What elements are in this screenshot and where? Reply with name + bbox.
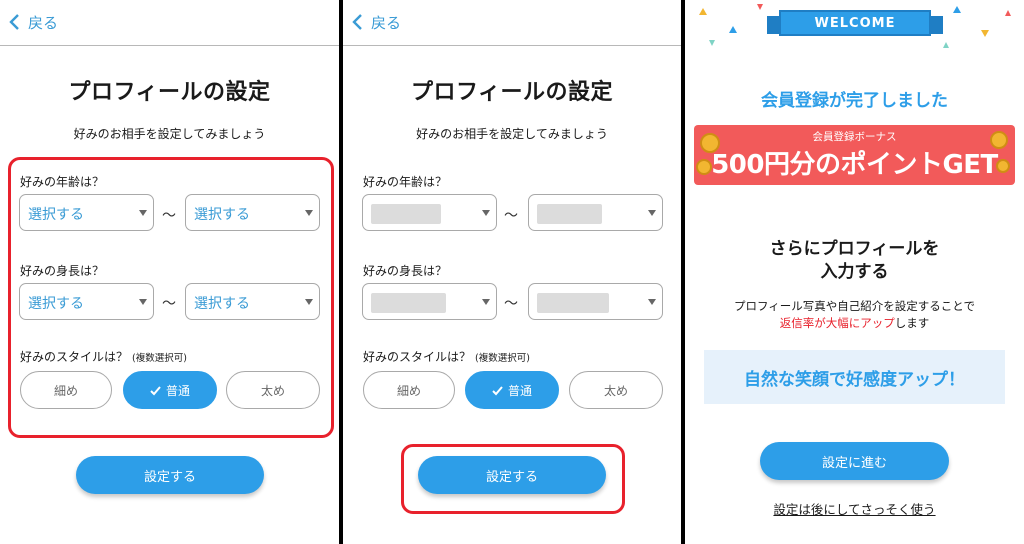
profile-heading-line1: さらにプロフィールを bbox=[769, 239, 940, 259]
check-icon bbox=[492, 385, 503, 395]
blurred-value bbox=[537, 204, 602, 224]
page-title: プロフィールの設定 bbox=[410, 80, 614, 105]
confetti bbox=[699, 8, 707, 15]
height-to-select[interactable] bbox=[528, 283, 663, 320]
caret-down-icon bbox=[482, 299, 490, 305]
registration-complete-message: 会員登録が完了しました bbox=[761, 91, 948, 111]
caret-down-icon bbox=[648, 299, 656, 305]
range-separator: ～ bbox=[504, 208, 518, 224]
confetti bbox=[709, 40, 715, 46]
profile-description-line2: 返信率が大幅にアップします bbox=[779, 316, 930, 330]
proceed-button[interactable]: 設定に進む bbox=[760, 442, 949, 480]
bonus-headline: 500円分のポイントGET bbox=[711, 150, 998, 180]
style-label: 好みのスタイルは？ (複数選択可) bbox=[363, 350, 530, 364]
back-button[interactable]: 戻る bbox=[8, 10, 58, 34]
confetti bbox=[981, 30, 989, 37]
range-separator: ～ bbox=[504, 296, 518, 312]
back-label: 戻る bbox=[28, 13, 59, 32]
style-chip-normal[interactable]: 普通 bbox=[465, 371, 559, 409]
welcome-banner-area: WELCOME bbox=[685, 0, 1024, 56]
reply-rate-highlight: 返信率が大幅にアップ bbox=[779, 316, 895, 330]
age-to-select[interactable] bbox=[528, 194, 663, 231]
profile-heading-line2: 入力する bbox=[820, 262, 889, 282]
style-chip-heavy[interactable]: 太め bbox=[569, 371, 663, 409]
blurred-value bbox=[371, 204, 441, 224]
profile-settings-screen-filled: 戻る プロフィールの設定 好みのお相手を設定してみましょう 好みの年齢は？ ～ … bbox=[343, 0, 681, 544]
highlight-frame bbox=[8, 157, 334, 438]
top-bar: 戻る bbox=[343, 0, 681, 46]
page-subtitle: 好みのお相手を設定してみましょう bbox=[73, 127, 266, 141]
back-label: 戻る bbox=[371, 13, 402, 32]
profile-description-line1: プロフィール写真や自己紹介を設定することで bbox=[734, 299, 975, 313]
confetti bbox=[943, 42, 949, 48]
confetti bbox=[729, 26, 737, 33]
page-title: プロフィールの設定 bbox=[68, 80, 271, 105]
caret-down-icon bbox=[482, 210, 490, 216]
chevron-left-icon bbox=[9, 14, 19, 30]
top-bar: 戻る bbox=[0, 0, 339, 46]
height-label: 好みの身長は？ bbox=[363, 264, 448, 278]
bonus-caption: 会員登録ボーナス bbox=[812, 131, 897, 143]
page-subtitle: 好みのお相手を設定してみましょう bbox=[416, 127, 608, 141]
registration-complete-screen: WELCOME 会員登録が完了しました 会員登録ボーナス 500円分のポイントG… bbox=[685, 0, 1024, 544]
bonus-banner: 会員登録ボーナス 500円分のポイントGET bbox=[694, 125, 1015, 185]
confetti bbox=[757, 4, 763, 10]
skip-settings-link[interactable]: 設定は後にしてさっそく使う bbox=[685, 499, 1024, 518]
profile-settings-screen-empty: 戻る プロフィールの設定 好みのお相手を設定してみましょう 好みの年齢は？ 選択… bbox=[0, 0, 339, 544]
age-label: 好みの年齢は？ bbox=[363, 175, 448, 189]
smile-tip-box: 自然な笑顔で好感度アップ！ bbox=[704, 350, 1005, 404]
age-from-select[interactable] bbox=[362, 194, 497, 231]
submit-button[interactable]: 設定する bbox=[76, 456, 264, 494]
caret-down-icon bbox=[648, 210, 656, 216]
confetti bbox=[953, 6, 961, 13]
height-from-select[interactable] bbox=[362, 283, 497, 320]
chevron-left-icon bbox=[352, 14, 362, 30]
back-button[interactable]: 戻る bbox=[351, 10, 401, 34]
blurred-value bbox=[371, 293, 446, 313]
welcome-ribbon: WELCOME bbox=[779, 10, 931, 36]
highlight-frame bbox=[401, 444, 625, 514]
confetti bbox=[1005, 10, 1011, 16]
style-chip-slim[interactable]: 細め bbox=[363, 371, 455, 409]
blurred-value bbox=[537, 293, 609, 313]
